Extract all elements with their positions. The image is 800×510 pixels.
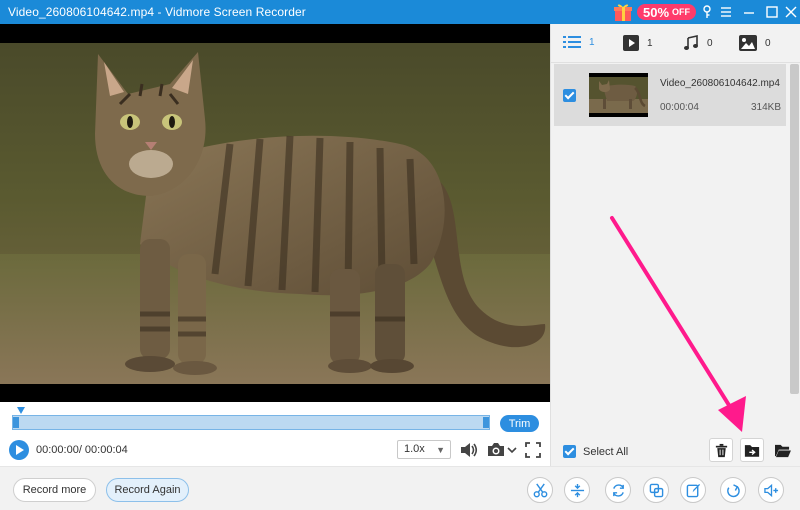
title-bar: Video_260806104642.mp4 - Vidmore Screen … [0,0,800,24]
merge-tool-button[interactable] [564,477,590,503]
speed-value: 1.0x [404,443,425,455]
select-all-checkbox[interactable] [563,445,576,458]
convert-tool-button[interactable] [720,477,746,503]
video-thumbnail [589,73,648,117]
fullscreen-icon[interactable] [524,441,542,459]
video-preview[interactable] [0,24,550,402]
video-frame-cat [0,24,550,402]
camera-icon[interactable] [486,441,506,459]
discount-label: OFF [672,7,691,17]
list-item[interactable]: Video_260806104642.mp4 00:00:04 314KB [554,64,786,126]
compress-icon [649,483,663,497]
minimize-icon[interactable] [737,0,761,24]
volume-icon[interactable] [459,441,479,459]
play-button[interactable] [9,440,29,460]
item-checkbox[interactable] [563,89,576,102]
select-all-label: Select All [583,445,629,458]
time-readout: 00:00:00/ 00:00:04 [36,444,128,456]
rotate-tool-button[interactable] [605,477,631,503]
playhead[interactable] [17,407,25,414]
chevron-down-icon[interactable] [506,444,518,456]
trim-end-handle[interactable] [483,417,489,428]
cut-tool-button[interactable] [527,477,553,503]
promo-banner[interactable]: 50% OFF [612,2,697,22]
bottom-bar: Record more Record Again [0,467,800,510]
scrollbar[interactable] [790,64,799,394]
trash-icon [715,443,727,457]
file-size: 314KB [750,102,781,113]
tab-count: 0 [707,37,713,49]
tab-video[interactable]: 1 [623,35,653,51]
discount-badge: 50% OFF [637,4,697,20]
folder-move-icon [744,444,760,457]
tab-all[interactable]: 1 [563,35,595,49]
delete-button[interactable] [709,438,733,462]
edit-tool-button[interactable] [680,477,706,503]
tab-count: 0 [765,37,771,49]
file-name: Video_260806104642.mp4 [660,78,780,89]
tab-count: 1 [589,36,595,48]
divider [551,62,800,63]
image-icon [739,35,757,51]
music-icon [684,35,698,50]
speed-select[interactable]: 1.0x ▼ [397,440,451,459]
chevron-down-icon: ▼ [436,445,445,455]
trim-start-handle[interactable] [13,417,19,428]
list-icon [563,36,581,48]
record-more-button[interactable]: Record more [13,478,96,502]
media-tabs: 1 1 0 0 [551,24,800,62]
scissors-icon [533,483,547,497]
file-duration: 00:00:04 [660,102,699,113]
window-title: Video_260806104642.mp4 - Vidmore Screen … [8,5,306,19]
timeline[interactable]: Trim [0,402,550,434]
tab-count: 1 [647,37,653,49]
trim-track[interactable] [12,415,490,430]
edit-icon [686,483,700,497]
select-all[interactable]: Select All [563,445,628,458]
merge-icon [570,483,584,497]
trim-button[interactable]: Trim [500,415,539,432]
record-again-button[interactable]: Record Again [106,478,189,502]
rotate-icon [612,483,624,497]
open-folder-button[interactable] [770,438,794,462]
move-to-folder-button[interactable] [740,438,764,462]
folder-icon [774,444,791,457]
gift-icon [614,4,632,21]
menu-icon[interactable] [714,0,738,24]
tab-image[interactable]: 0 [739,35,771,51]
compress-tool-button[interactable] [643,477,669,503]
volume-tool-button[interactable] [758,477,784,503]
video-icon [623,35,639,51]
volume-boost-icon [763,483,778,497]
playback-controls: 00:00:00/ 00:00:04 1.0x ▼ [0,434,550,466]
tab-audio[interactable]: 0 [683,35,713,51]
convert-icon [726,483,740,497]
discount-percent: 50% [643,4,670,20]
annotation-arrow [610,216,746,432]
close-icon[interactable] [779,0,800,24]
